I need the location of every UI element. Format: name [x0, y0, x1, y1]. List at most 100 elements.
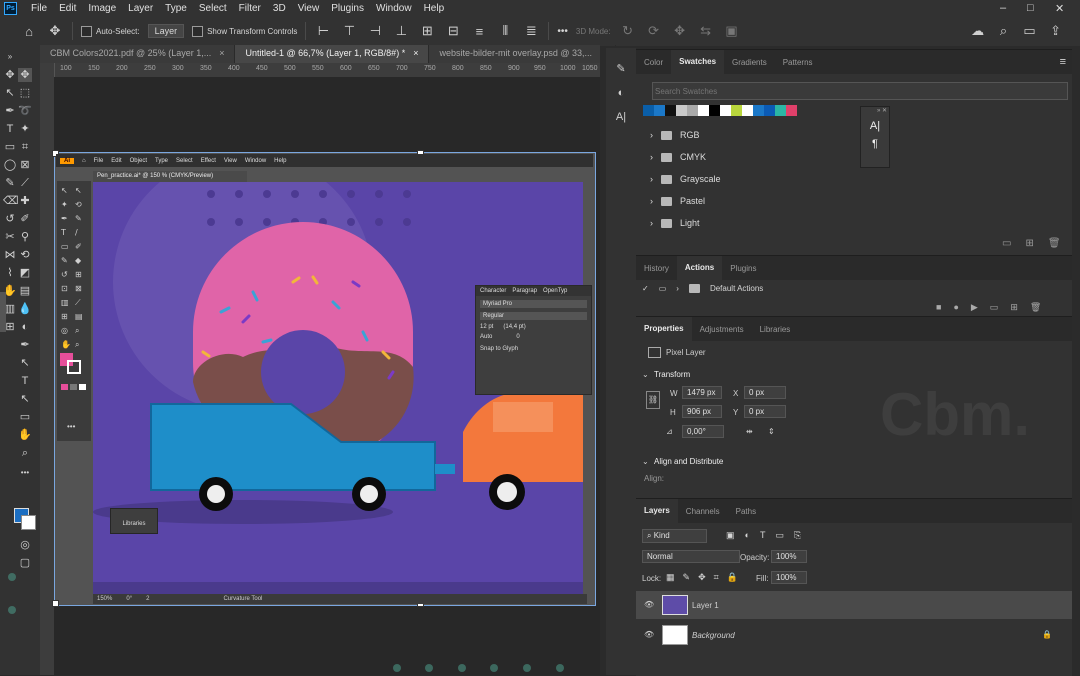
brush-settings-icon[interactable]: ✎: [614, 62, 628, 76]
ai-document-tab[interactable]: Pen_practice.ai* @ 150 % (CMYK/Preview): [93, 171, 247, 182]
more-tools-icon[interactable]: •••: [18, 466, 32, 480]
play-icon[interactable]: ▶: [971, 302, 978, 313]
marquee-icon[interactable]: ⬚: [18, 86, 32, 100]
visibility-eye-icon[interactable]: 👁: [644, 600, 654, 609]
menu-view[interactable]: View: [292, 3, 326, 14]
move-tool-icon[interactable]: ✥: [3, 68, 17, 82]
minimize-button[interactable]: –: [1000, 2, 1006, 14]
zoom-icon[interactable]: ⌕: [18, 446, 32, 460]
tab-paths[interactable]: Paths: [728, 507, 764, 516]
ellipse-icon[interactable]: ◯: [3, 158, 17, 172]
tab-adjustments[interactable]: Adjustments: [692, 325, 752, 334]
warp-icon[interactable]: ⌇: [3, 266, 17, 280]
new-group-icon[interactable]: ▭: [1002, 238, 1011, 249]
filter-shape-icon[interactable]: ▭: [775, 530, 784, 541]
height-field[interactable]: 906 px: [682, 405, 722, 418]
ai-menu-view[interactable]: View: [220, 158, 241, 164]
transform-controls-checkbox[interactable]: Show Transform Controls: [192, 25, 297, 37]
tab-gradients[interactable]: Gradients: [724, 58, 775, 67]
gradient-icon[interactable]: ▤: [18, 284, 32, 298]
magic-wand-icon[interactable]: ✦: [18, 122, 32, 136]
kerning-field[interactable]: Auto: [480, 334, 492, 340]
blend-mode-select[interactable]: Normal: [642, 550, 740, 563]
scissors-icon[interactable]: ✂: [3, 230, 17, 244]
lock-position-icon[interactable]: ✥: [698, 572, 706, 583]
tab-paragraph[interactable]: Paragrap: [512, 288, 537, 294]
filter-pixel-icon[interactable]: ▣: [726, 530, 735, 541]
workspace-icon[interactable]: ▭: [1021, 22, 1039, 40]
swatch[interactable]: [720, 105, 731, 116]
opacity-field[interactable]: 100%: [771, 550, 807, 563]
tab-libraries[interactable]: Libraries: [752, 325, 799, 334]
swatch[interactable]: [786, 105, 797, 116]
menu-file[interactable]: File: [25, 3, 53, 14]
action-set-row[interactable]: ✓ ▭ › Default Actions: [642, 284, 763, 293]
font-style-select[interactable]: Regular: [480, 312, 587, 320]
close-icon[interactable]: ×: [219, 48, 224, 60]
layer-name[interactable]: Layer 1: [692, 601, 719, 610]
transform-handle[interactable]: [52, 600, 59, 607]
rotation-angle[interactable]: 0°: [126, 596, 132, 602]
swatch[interactable]: [698, 105, 709, 116]
swatch[interactable]: [676, 105, 687, 116]
angle-field[interactable]: 0,00°: [682, 425, 724, 438]
home-icon[interactable]: ⌂: [20, 22, 38, 40]
tab-swatches[interactable]: Swatches: [671, 50, 725, 74]
tab-channels[interactable]: Channels: [678, 507, 728, 516]
tab-patterns[interactable]: Patterns: [775, 58, 821, 67]
lock-artboard-icon[interactable]: ⌗: [714, 572, 719, 583]
healing-icon[interactable]: ✚: [18, 194, 32, 208]
delete-icon[interactable]: 🗑: [1048, 238, 1061, 249]
pen-icon[interactable]: ✒: [3, 104, 17, 118]
menu-3d[interactable]: 3D: [267, 3, 292, 14]
align-right-icon[interactable]: ⊣: [366, 22, 384, 40]
tab-cbm-colors[interactable]: CBM Colors2021.pdf @ 25% (Layer 1,... ×: [40, 45, 236, 63]
move-tool-icon[interactable]: ✥: [46, 22, 64, 40]
zoom-level[interactable]: 150%: [97, 596, 112, 602]
swatch-group-pastel[interactable]: › Pastel: [650, 196, 705, 206]
filter-smart-icon[interactable]: ⎘: [794, 530, 801, 541]
rect-shape-icon[interactable]: ▭: [18, 410, 32, 424]
auto-select-checkbox[interactable]: Auto-Select:: [81, 25, 140, 37]
tracking-field[interactable]: 0: [516, 334, 519, 340]
distribute-v-icon[interactable]: ≣: [522, 22, 540, 40]
close-icon[interactable]: ×: [413, 48, 418, 60]
pen-tool-icon[interactable]: ✒: [18, 338, 32, 352]
align-center-icon[interactable]: ⊤: [340, 22, 358, 40]
collapse-icon[interactable]: » ✕: [861, 107, 889, 114]
paragraph-icon[interactable]: A|: [614, 110, 628, 124]
align-middle-icon[interactable]: ⊞: [418, 22, 436, 40]
path-select-icon[interactable]: ↖: [18, 356, 32, 370]
x-field[interactable]: 0 px: [744, 386, 786, 399]
brush-icon[interactable]: ✎: [3, 176, 17, 190]
lasso-icon[interactable]: ➰: [18, 104, 32, 118]
swatch[interactable]: [687, 105, 698, 116]
swatch[interactable]: [753, 105, 764, 116]
swatch-group-light[interactable]: › Light: [650, 218, 700, 228]
transform-collapse-icon[interactable]: ⌄: [642, 370, 649, 379]
swatch[interactable]: [742, 105, 753, 116]
menu-type[interactable]: Type: [159, 3, 193, 14]
slide-icon[interactable]: ⇆: [697, 22, 715, 40]
ai-menu-window[interactable]: Window: [241, 158, 270, 164]
align-left-icon[interactable]: ⊢: [314, 22, 332, 40]
ai-menu-effect[interactable]: Effect: [197, 158, 220, 164]
menu-help[interactable]: Help: [418, 3, 451, 14]
distribute-icon[interactable]: ≡: [470, 22, 488, 40]
swatch[interactable]: [654, 105, 665, 116]
type-icon[interactable]: T: [3, 122, 17, 136]
tab-opentype[interactable]: OpenTyp: [543, 288, 567, 294]
visibility-eye-icon[interactable]: 👁: [644, 630, 654, 639]
filter-adjust-icon[interactable]: ◐: [745, 530, 750, 541]
stamp-icon[interactable]: ⚲: [18, 230, 32, 244]
ai-menu-type[interactable]: Type: [151, 158, 172, 164]
dodge-icon[interactable]: ◐: [18, 320, 32, 334]
ai-menu-select[interactable]: Select: [172, 158, 197, 164]
search-icon[interactable]: ⌕: [995, 22, 1013, 40]
y-field[interactable]: 0 px: [744, 405, 786, 418]
home-icon[interactable]: ⌂: [78, 158, 90, 164]
search-swatches-input[interactable]: [652, 82, 1068, 100]
menu-filter[interactable]: Filter: [233, 3, 267, 14]
link-icon[interactable]: ⛓: [646, 391, 660, 409]
layer-row-layer-1[interactable]: 👁 Layer 1: [636, 591, 1072, 619]
